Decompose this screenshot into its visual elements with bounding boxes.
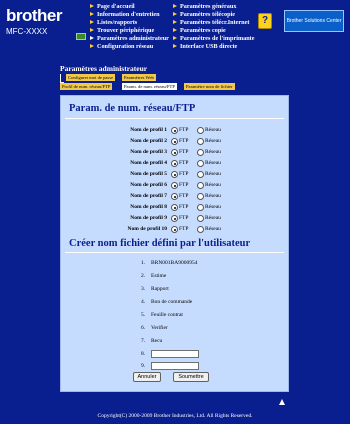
nav-item-usb-interface[interactable]: Interface USB directe — [173, 42, 254, 50]
divider — [65, 118, 284, 119]
profile-row-2: Nom de profil 2 FTP Réseau — [130, 138, 221, 145]
filename-heading: Créer nom fichier défini par l'utilisate… — [69, 238, 251, 249]
header: brother MFC-XXXX Page d'accueil Informat… — [0, 0, 350, 58]
cancel-button[interactable]: Annuler — [133, 372, 161, 382]
nav-item-admin-settings[interactable]: Paramètres administrateur — [90, 34, 169, 42]
radio-ftp[interactable] — [171, 226, 178, 233]
filename-row-4: 4. Bon de commande — [141, 299, 193, 305]
radio-ftp[interactable] — [171, 204, 178, 211]
radio-ftp[interactable] — [171, 138, 178, 145]
current-section-icon — [76, 33, 86, 40]
arrow-right-icon — [90, 36, 94, 40]
radio-ftp[interactable] — [171, 215, 178, 222]
radio-network[interactable] — [197, 182, 204, 189]
profile-row-1: Nom de profil 1 FTP Réseau — [130, 127, 221, 134]
nav-right: Paramètres généraux Paramètres télécopie… — [173, 2, 254, 50]
tab-web-settings[interactable]: Paramètres Web — [122, 74, 156, 81]
radio-ftp[interactable] — [171, 171, 178, 178]
submit-button[interactable]: Soumettre — [173, 372, 209, 382]
settings-panel: Param. de num. réseau/FTP Nom de profil … — [60, 95, 289, 392]
filename-row-2: 2. Estime — [141, 273, 167, 279]
radio-network[interactable] — [197, 226, 204, 233]
profile-row-7: Nom de profil 7 FTP Réseau — [130, 193, 221, 200]
arrow-right-icon — [90, 44, 94, 48]
nav-item-find-device[interactable]: Trouver périphérique — [90, 26, 169, 34]
copyright: Copyright(C) 2000-2009 Brother Industrie… — [97, 413, 253, 419]
filename-row-5: 5. Feuille contrat — [141, 312, 183, 318]
radio-network[interactable] — [197, 149, 204, 156]
nav-item-reports[interactable]: Listes/rapports — [90, 18, 169, 26]
arrow-right-icon — [173, 20, 177, 24]
scroll-top-icon[interactable] — [279, 399, 285, 405]
profile-row-3: Nom de profil 3 FTP Réseau — [130, 149, 221, 156]
profile-row-6: Nom de profil 6 FTP Réseau — [130, 182, 221, 189]
radio-network[interactable] — [197, 138, 204, 145]
arrow-right-icon — [173, 44, 177, 48]
radio-network[interactable] — [197, 204, 204, 211]
filename-input-9[interactable] — [151, 362, 199, 370]
arrow-right-icon — [90, 20, 94, 24]
tab-scan-profile[interactable]: Profil de num. réseau/FTP — [60, 83, 113, 90]
radio-network[interactable] — [197, 215, 204, 222]
arrow-right-icon — [173, 28, 177, 32]
nav-item-copy-settings[interactable]: Paramètres copie — [173, 26, 254, 34]
divider — [65, 252, 284, 253]
radio-ftp[interactable] — [171, 193, 178, 200]
arrow-right-icon — [90, 4, 94, 8]
radio-ftp[interactable] — [171, 149, 178, 156]
filename-row-9: 9. — [61, 362, 290, 372]
model-name: MFC-XXXX — [6, 27, 48, 36]
filename-row-8: 8. — [61, 350, 290, 360]
arrow-right-icon — [173, 36, 177, 40]
radio-ftp[interactable] — [171, 182, 178, 189]
help-icon[interactable] — [258, 13, 272, 29]
filename-row-1: 1. BRN001BA9000954 — [141, 260, 198, 266]
nav-item-home[interactable]: Page d'accueil — [90, 2, 169, 10]
radio-network[interactable] — [197, 171, 204, 178]
profile-row-5: Nom de profil 5 FTP Réseau — [130, 171, 221, 178]
nav-item-printer-settings[interactable]: Paramètres de l'imprimante — [173, 34, 254, 42]
tab-filename[interactable]: Paramètre nom de fichier — [184, 83, 235, 90]
arrow-right-icon — [90, 12, 94, 16]
filename-input-8[interactable] — [151, 350, 199, 358]
radio-ftp[interactable] — [171, 160, 178, 167]
radio-network[interactable] — [197, 160, 204, 167]
profile-row-8: Nom de profil 8 FTP Réseau — [130, 204, 221, 211]
ftp-heading: Param. de num. réseau/FTP — [69, 103, 196, 114]
tab-bracket — [60, 74, 64, 83]
profile-row-4: Nom de profil 4 FTP Réseau — [130, 160, 221, 167]
arrow-right-icon — [173, 4, 177, 8]
tab-scan-settings[interactable]: Param. de num. réseau/FTP — [122, 83, 177, 90]
radio-network[interactable] — [197, 193, 204, 200]
radio-network[interactable] — [197, 127, 204, 134]
filename-row-7: 7. Recu — [141, 338, 163, 344]
nav-item-maintenance[interactable]: Information d'entretien — [90, 10, 169, 18]
arrow-right-icon — [90, 28, 94, 32]
profile-row-9: Nom de profil 9 FTP Réseau — [130, 215, 221, 222]
radio-ftp[interactable] — [171, 127, 178, 134]
nav-left: Page d'accueil Information d'entretien L… — [90, 2, 169, 50]
tab-password[interactable]: Configurer mot de passe — [66, 74, 116, 81]
filename-row-6: 6. Verifier — [141, 325, 168, 331]
brother-logo: brother — [6, 6, 63, 25]
arrow-right-icon — [173, 12, 177, 16]
sub-tabs: Configurer mot de passe Paramètres Web P… — [60, 74, 290, 94]
nav-item-fax-settings[interactable]: Paramètres télécopie — [173, 10, 254, 18]
nav-item-ifax-settings[interactable]: Paramètres télécr.Internet — [173, 18, 254, 26]
filename-row-3: 3. Rapport — [141, 286, 169, 292]
nav-item-general-settings[interactable]: Paramètres généraux — [173, 2, 254, 10]
solutions-center-button[interactable]: Brother Solutions Center — [284, 10, 344, 32]
nav-item-network-config[interactable]: Configuration réseau — [90, 42, 169, 50]
profile-row-10: Nom de profil 10 FTP Réseau — [127, 226, 221, 233]
section-title: Paramètres administrateur — [60, 64, 148, 73]
